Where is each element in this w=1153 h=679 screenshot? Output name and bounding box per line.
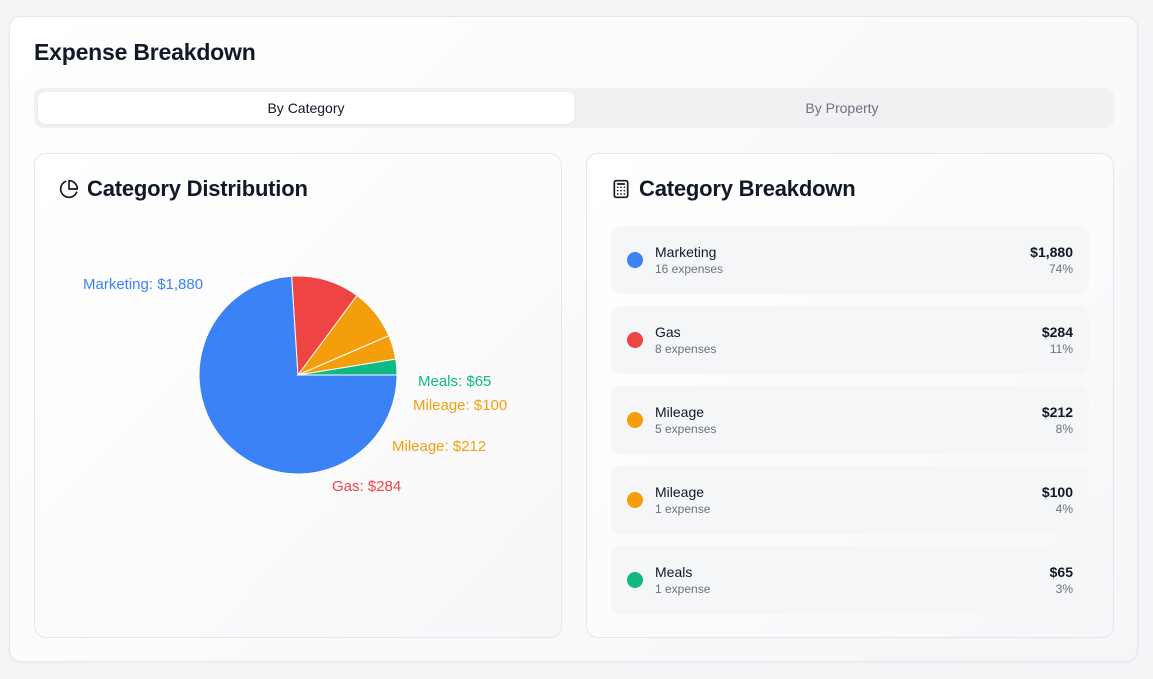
item-amount: $65 [1049,564,1073,580]
item-name: Mileage [655,404,705,420]
item-amount: $284 [1041,324,1073,340]
item-name: Gas [655,324,681,340]
item-name: Marketing [655,244,717,260]
breakdown-list: Marketing 16 expenses $1,880 74% Gas 8 e… [611,226,1089,626]
color-dot [627,332,643,348]
tab-by-category[interactable]: By Category [38,92,574,124]
list-item[interactable]: Gas 8 expenses $284 11% [611,306,1089,374]
pie-slice-label: Meals: $65 [418,373,491,390]
item-percent: 74% [1048,262,1073,276]
list-item[interactable]: Marketing 16 expenses $1,880 74% [611,226,1089,294]
pie-chart: Marketing: $1,880 Gas: $284 Mileage: $212 M… [83,275,507,495]
expense-breakdown-card: Expense Breakdown By Category By Propert… [9,16,1138,662]
item-percent: 3% [1055,582,1073,596]
view-tabs: By Category By Property [34,88,1114,128]
item-count: 5 expenses [655,422,717,436]
pie-slice-label: Marketing: $1,880 [83,276,203,293]
color-dot [627,412,643,428]
pie-slice-label: Gas: $284 [332,478,401,495]
breakdown-header: Category Breakdown [611,176,856,202]
item-count: 16 expenses [655,262,724,276]
pie-slice-label: Mileage: $212 [392,438,486,455]
item-percent: 4% [1055,502,1073,516]
item-count: 8 expenses [655,342,717,356]
calculator-icon [613,179,629,199]
page-title: Expense Breakdown [34,39,256,65]
breakdown-title: Category Breakdown [639,176,856,201]
item-amount: $1,880 [1030,244,1073,260]
item-count: 1 expense [655,502,711,516]
item-count: 1 expense [655,582,711,596]
category-distribution-panel: Category Distribution Marketing: $1,880 G… [34,153,562,638]
pie-slice-label: Mileage: $100 [413,397,507,414]
item-amount: $212 [1041,404,1073,420]
item-name: Mileage [655,484,705,500]
item-name: Meals [655,564,693,580]
item-percent: 11% [1049,342,1073,356]
tab-by-property[interactable]: By Property [574,92,1110,124]
list-item[interactable]: Mileage 1 expense $100 4% [611,466,1089,534]
item-amount: $100 [1041,484,1073,500]
color-dot [627,492,643,508]
item-percent: 8% [1055,422,1073,436]
color-dot [627,252,643,268]
list-item[interactable]: Mileage 5 expenses $212 8% [611,386,1089,454]
list-item[interactable]: Meals 1 expense $65 3% [611,546,1089,614]
color-dot [627,572,643,588]
category-breakdown-panel: Category Breakdown Marketing 16 expenses… [586,153,1114,638]
